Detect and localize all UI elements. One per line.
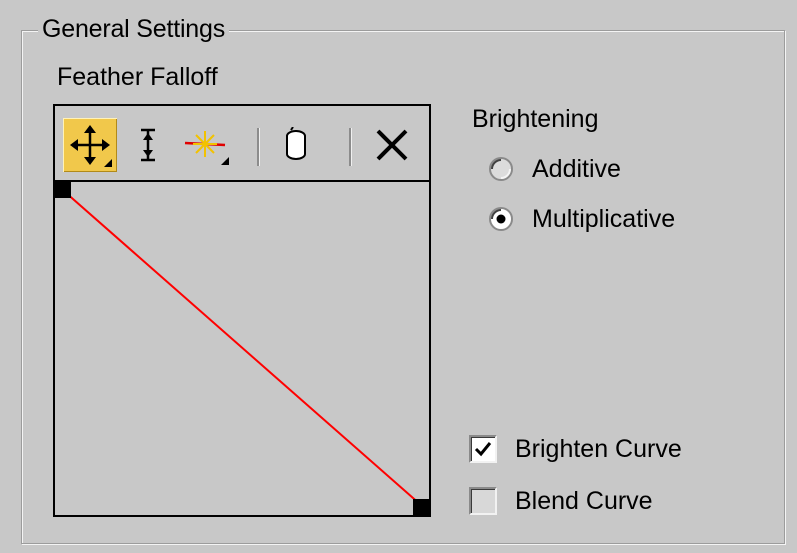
curve-start-point-handle[interactable] bbox=[55, 182, 71, 198]
curve-end-point-handle[interactable] bbox=[413, 499, 429, 515]
additive-radio[interactable] bbox=[488, 156, 514, 182]
multiplicative-radio-option[interactable]: Multiplicative bbox=[488, 204, 675, 234]
brighten-curve-checkbox[interactable] bbox=[469, 435, 497, 463]
insert-point-button[interactable] bbox=[179, 118, 233, 172]
move-arrows-icon bbox=[70, 125, 112, 167]
blend-curve-label: Blend Curve bbox=[515, 487, 653, 515]
blend-curve-checkbox[interactable] bbox=[469, 487, 497, 515]
additive-radio-option[interactable]: Additive bbox=[488, 154, 621, 184]
general-settings-title: General Settings bbox=[38, 14, 230, 44]
move-tool-button[interactable] bbox=[63, 118, 117, 172]
delete-point-button[interactable] bbox=[365, 118, 419, 172]
reset-cylinder-icon bbox=[286, 127, 306, 160]
toolbar-separator bbox=[349, 128, 351, 166]
vertical-scale-icon bbox=[141, 128, 155, 162]
brightening-label: Brightening bbox=[472, 105, 599, 133]
brighten-curve-option[interactable]: Brighten Curve bbox=[469, 434, 682, 464]
multiplicative-radio[interactable] bbox=[488, 206, 514, 232]
feather-falloff-curve-control bbox=[53, 104, 431, 517]
insert-point-icon bbox=[184, 131, 229, 165]
brighten-curve-label: Brighten Curve bbox=[515, 435, 682, 463]
additive-label: Additive bbox=[532, 155, 621, 183]
curve-toolbar bbox=[55, 106, 429, 182]
falloff-curve-line bbox=[64, 191, 422, 506]
toolbar-separator bbox=[257, 128, 259, 166]
scale-tool-button[interactable] bbox=[121, 118, 175, 172]
blend-curve-option[interactable]: Blend Curve bbox=[469, 486, 653, 516]
multiplicative-label: Multiplicative bbox=[532, 205, 676, 233]
checkmark-icon bbox=[474, 442, 492, 457]
delete-x-icon bbox=[376, 129, 408, 161]
falloff-graph[interactable] bbox=[55, 182, 429, 515]
feather-falloff-label: Feather Falloff bbox=[57, 63, 218, 91]
reset-curve-button[interactable] bbox=[269, 118, 323, 172]
